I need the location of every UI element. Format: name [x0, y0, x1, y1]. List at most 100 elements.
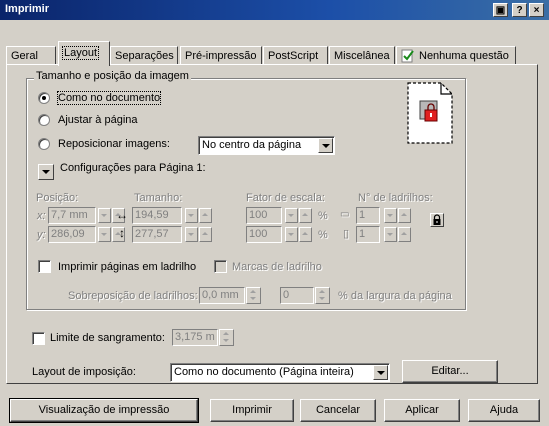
checkmark-icon [401, 49, 414, 63]
tile-marks-label: Marcas de ladrilho [232, 261, 322, 273]
tab-label: Geral [11, 50, 38, 62]
edit-button-label: Editar... [431, 365, 469, 377]
reposition-select-value: No centro da página [202, 139, 302, 151]
scale-y-percent: % [318, 229, 328, 241]
tab-label: Pré-impressão [185, 50, 257, 62]
print-button[interactable]: Imprimir [210, 399, 294, 422]
position-y-field[interactable]: 286,09 [48, 226, 96, 243]
tab-separacoes[interactable]: Separações [110, 46, 178, 66]
overlap-percent-field[interactable]: 0 [280, 287, 314, 304]
page-preview-icon [407, 82, 453, 144]
tab-miscelanea[interactable]: Miscelânea [329, 46, 395, 66]
height-down[interactable] [185, 227, 198, 242]
position-x-down[interactable] [98, 208, 111, 223]
print-preview-icon[interactable]: ▣ [493, 3, 508, 17]
help-button[interactable]: Ajuda [468, 399, 540, 422]
bleed-limit-spinner[interactable] [219, 329, 234, 346]
cancel-button[interactable]: Cancelar [300, 399, 376, 422]
overlap-label: Sobreposição de ladrilhos: [68, 290, 198, 302]
tab-pre-impressao[interactable]: Pré-impressão [180, 46, 262, 66]
tab-postscript[interactable]: PostScript [263, 46, 328, 66]
edit-imposition-button[interactable]: Editar... [402, 360, 498, 383]
scale-y-up[interactable] [299, 227, 312, 242]
print-label: Imprimir [232, 404, 272, 416]
width-arrow-icon: ↔ [116, 208, 128, 222]
radio-fit-page[interactable] [38, 114, 50, 126]
chevron-down-icon[interactable] [373, 365, 388, 380]
print-dialog: Imprimir ▣ ? × Geral Layout Separações P… [0, 0, 549, 426]
tab-layout[interactable]: Layout [58, 41, 110, 66]
overlap-spinner[interactable] [246, 287, 261, 304]
close-icon[interactable]: × [529, 3, 544, 17]
scale-x-percent: % [318, 210, 328, 222]
bleed-limit-value: 3,175 m [175, 331, 215, 343]
width-up[interactable] [199, 208, 212, 223]
width-value: 194,59 [135, 209, 169, 221]
tab-label: Miscelânea [334, 50, 390, 62]
imposition-select[interactable]: Como no documento (Página inteira) [170, 363, 390, 382]
width-field[interactable]: 194,59 [132, 207, 182, 224]
tab-label: PostScript [268, 50, 319, 62]
scale-y-field[interactable]: 100 [246, 226, 282, 243]
tile-pages-label: Imprimir páginas em ladrilho [58, 261, 197, 273]
bleed-limit-checkbox[interactable] [32, 332, 45, 345]
scale-x-down[interactable] [285, 208, 298, 223]
print-preview-button[interactable]: Visualização de impressão [9, 398, 199, 423]
tab-label: Layout [61, 46, 100, 60]
height-up[interactable] [199, 227, 212, 242]
config-label: Configurações para Página 1: [60, 162, 206, 174]
position-x-field[interactable]: 7,7 mm [48, 207, 96, 224]
radio-fit-page-label: Ajustar à página [58, 114, 138, 126]
link-vertical-icon: ▯ [343, 228, 350, 240]
tiles-x-value: 1 [359, 209, 366, 221]
position-y-down[interactable] [98, 227, 111, 242]
link-horizontal-icon: ▭ [340, 209, 350, 220]
radio-as-document[interactable] [38, 92, 50, 104]
scale-x-up[interactable] [299, 208, 312, 223]
scale-y-down[interactable] [285, 227, 298, 242]
tiles-y-up[interactable] [398, 227, 411, 242]
tiles-x-down[interactable] [384, 208, 397, 223]
help-icon[interactable]: ? [512, 3, 527, 17]
position-header: Posição: [36, 192, 79, 204]
tiles-y-down[interactable] [384, 227, 397, 242]
overlap-percent-spinner[interactable] [315, 287, 330, 304]
height-field[interactable]: 277,57 [132, 226, 182, 243]
width-down[interactable] [185, 208, 198, 223]
scale-header: Fator de escala: [246, 192, 325, 204]
tab-label: Separações [115, 50, 174, 62]
overlap-suffix: % da largura da página [338, 290, 452, 302]
window-title: Imprimir [5, 3, 50, 15]
title-bar[interactable]: Imprimir ▣ ? × [0, 0, 549, 20]
tiles-y-field[interactable]: 1 [356, 226, 380, 243]
tab-geral[interactable]: Geral [6, 46, 56, 66]
size-header: Tamanho: [134, 192, 183, 204]
apply-button[interactable]: Aplicar [384, 399, 460, 422]
lock-aspect-button[interactable] [430, 213, 444, 227]
reposition-select[interactable]: No centro da página [198, 136, 335, 155]
tiles-x-up[interactable] [398, 208, 411, 223]
tile-marks-checkbox[interactable] [214, 260, 227, 273]
scale-y-value: 100 [249, 228, 268, 240]
height-value: 277,57 [135, 228, 169, 240]
tile-pages-checkbox[interactable] [38, 260, 51, 273]
config-expand-button[interactable] [38, 164, 54, 180]
help-label: Ajuda [489, 404, 519, 416]
chevron-down-icon[interactable] [318, 138, 333, 153]
radio-reposition-label: Reposicionar imagens: [58, 138, 170, 150]
tiles-x-field[interactable]: 1 [356, 207, 380, 224]
cancel-label: Cancelar [315, 404, 361, 416]
overlap-value: 0,0 mm [202, 289, 239, 301]
imposition-label: Layout de imposição: [32, 366, 136, 378]
bleed-limit-field[interactable]: 3,175 m [172, 329, 218, 346]
print-preview-label: Visualização de impressão [38, 404, 170, 416]
overlap-percent-value: 0 [283, 289, 290, 301]
radio-reposition[interactable] [38, 138, 50, 150]
apply-label: Aplicar [405, 404, 439, 416]
position-y-value: 286,09 [51, 228, 85, 240]
tab-label: Nenhuma questão [419, 50, 509, 62]
overlap-field[interactable]: 0,0 mm [199, 287, 245, 304]
scale-x-field[interactable]: 100 [246, 207, 282, 224]
tab-nenhuma-questao[interactable]: Nenhuma questão [396, 46, 516, 66]
tiles-y-value: 1 [359, 228, 366, 240]
